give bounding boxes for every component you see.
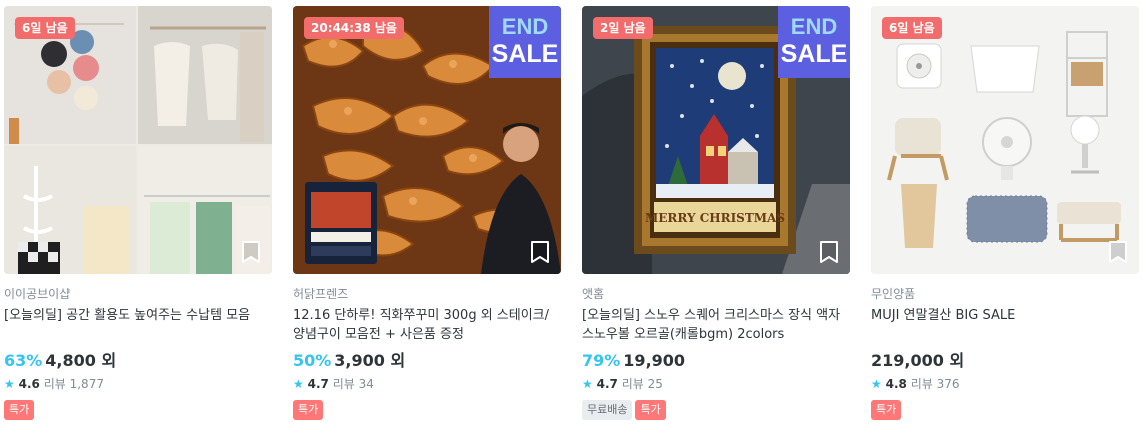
tag-list: 특가 <box>293 400 561 420</box>
star-icon: ★ <box>4 377 15 391</box>
rating-row: ★ 4.6 리뷰 1,877 <box>4 376 272 393</box>
price: 4,800 외 <box>45 351 117 370</box>
bookmark-icon[interactable] <box>240 240 262 264</box>
discount-rate: 79% <box>582 351 621 370</box>
rating-score: 4.6 <box>18 377 40 391</box>
review-count: 1,877 <box>69 377 104 391</box>
time-left-badge: 20:44:38 남음 <box>304 17 404 39</box>
rating-score: 4.8 <box>885 377 907 391</box>
product-grid: 6일 남음 이이공브이샵 [오늘의딜] 공간 활용도 높여주는 수납템 모음 6… <box>0 0 1148 433</box>
brand-name[interactable]: 무인양품 <box>871 286 1139 302</box>
rating-score: 4.7 <box>596 377 618 391</box>
product-image[interactable]: MERRY CHRISTMAS 2일 남음 END SALE <box>582 6 850 274</box>
end-sale-label: END SALE <box>489 6 561 78</box>
product-title[interactable]: MUJI 연말결산 BIG SALE <box>871 306 1139 344</box>
tag-special-price: 특가 <box>635 400 666 420</box>
price-row: 50% 3,900 외 <box>293 349 561 373</box>
time-left-badge: 2일 남음 <box>593 17 653 39</box>
frame-caption: MERRY CHRISTMAS <box>645 211 785 225</box>
price-row: 63% 4,800 외 <box>4 349 272 373</box>
storage-hangers-photo <box>4 6 272 274</box>
product-title[interactable]: [오늘의딜] 공간 활용도 높여주는 수납템 모음 <box>4 306 272 344</box>
star-icon: ★ <box>871 377 882 391</box>
time-left-badge: 6일 남음 <box>15 17 75 39</box>
bookmark-icon[interactable] <box>1107 240 1129 264</box>
tag-special-price: 특가 <box>4 400 35 420</box>
price: 19,900 <box>623 351 686 370</box>
star-icon: ★ <box>293 377 304 391</box>
product-image[interactable]: 20:44:38 남음 END SALE <box>293 6 561 274</box>
tag-special-price: 특가 <box>871 400 902 420</box>
muji-products-photo <box>871 6 1139 274</box>
rating-row: ★ 4.8 리뷰 376 <box>871 376 1139 393</box>
rating-row: ★ 4.7 리뷰 25 <box>582 376 850 393</box>
rating-score: 4.7 <box>307 377 329 391</box>
review-label: 리뷰 <box>910 377 933 391</box>
review-count: 25 <box>647 377 663 391</box>
product-card[interactable]: 6일 남음 이이공브이샵 [오늘의딜] 공간 활용도 높여주는 수납템 모음 6… <box>4 6 272 420</box>
tag-list: 특가 <box>4 400 272 420</box>
brand-name[interactable]: 허닭프렌즈 <box>293 286 561 302</box>
price: 3,900 외 <box>334 351 406 370</box>
bookmark-icon[interactable] <box>529 240 551 264</box>
review-label: 리뷰 <box>621 377 644 391</box>
tag-free-shipping: 무료배송 <box>582 400 633 420</box>
review-count: 376 <box>936 377 960 391</box>
brand-name[interactable]: 이이공브이샵 <box>4 286 272 302</box>
review-label: 리뷰 <box>332 377 355 391</box>
bookmark-icon[interactable] <box>818 240 840 264</box>
review-label: 리뷰 <box>43 377 66 391</box>
star-icon: ★ <box>582 377 593 391</box>
product-image[interactable]: 6일 남음 <box>4 6 272 274</box>
product-title[interactable]: [오늘의딜] 스노우 스퀘어 크리스마스 장식 액자 스노우볼 오르골(캐롤bg… <box>582 306 850 344</box>
product-title[interactable]: 12.16 단하루! 직화쭈꾸미 300g 외 스테이크/양념구이 모음전 + … <box>293 306 561 344</box>
price: 219,000 외 <box>871 351 965 370</box>
end-sale-label: END SALE <box>778 6 850 78</box>
discount-rate: 63% <box>4 351 43 370</box>
price-row: 79% 19,900 <box>582 349 850 373</box>
brand-name[interactable]: 앳홈 <box>582 286 850 302</box>
tag-special-price: 특가 <box>293 400 324 420</box>
tag-list: 무료배송 특가 <box>582 400 850 420</box>
product-card[interactable]: 20:44:38 남음 END SALE 허닭프렌즈 12.16 단하루! 직화… <box>293 6 561 420</box>
product-image[interactable]: 6일 남음 <box>871 6 1139 274</box>
review-count: 34 <box>358 377 374 391</box>
tag-list: 특가 <box>871 400 1139 420</box>
price-row: 219,000 외 <box>871 349 1139 373</box>
product-card[interactable]: MERRY CHRISTMAS 2일 남음 END SALE 앳홈 [오늘의딜]… <box>582 6 850 420</box>
rating-row: ★ 4.7 리뷰 34 <box>293 376 561 393</box>
discount-rate: 50% <box>293 351 332 370</box>
product-card[interactable]: 6일 남음 무인양품 MUJI 연말결산 BIG SALE 219,000 외 … <box>871 6 1139 420</box>
time-left-badge: 6일 남음 <box>882 17 942 39</box>
